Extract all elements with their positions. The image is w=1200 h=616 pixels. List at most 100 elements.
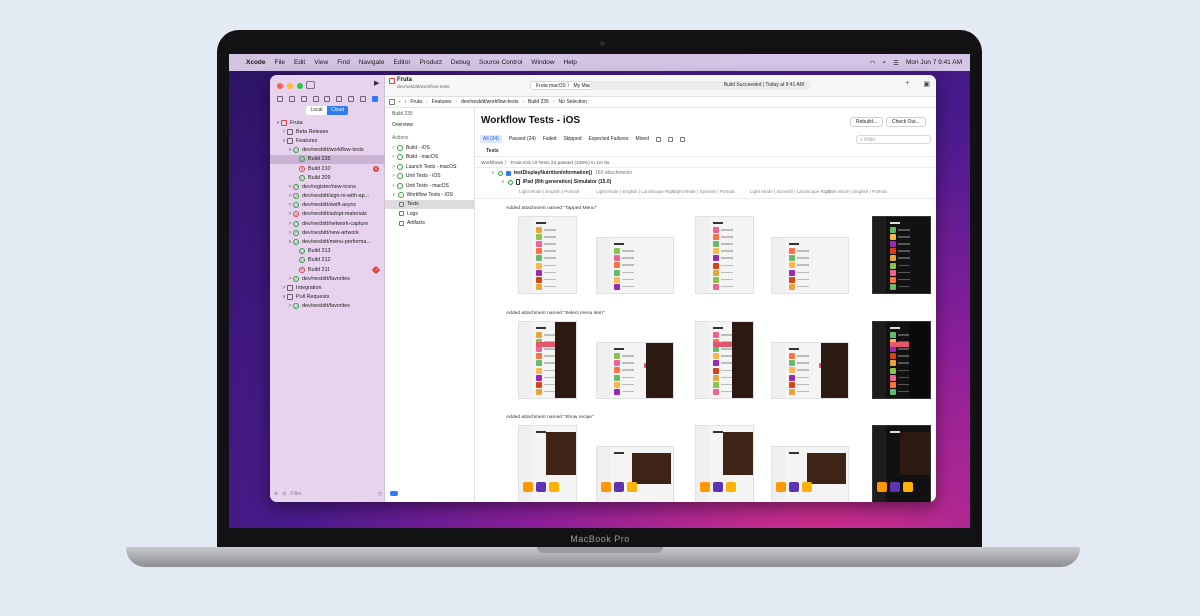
add-icon[interactable]: ⊕ bbox=[274, 491, 278, 497]
screenshot-thumbnail[interactable] bbox=[695, 216, 754, 294]
sidebar-row[interactable]: > Integration bbox=[270, 283, 385, 292]
test-row[interactable]: ∨ testDisplayNutritionInformation() 160 … bbox=[491, 170, 632, 176]
jump-bar-item[interactable]: Build 235 bbox=[528, 99, 549, 105]
sidebar-row[interactable]: > ✓ dev/nesbitt/sign-in-with-ap... bbox=[270, 192, 385, 201]
filter-badge-icon[interactable] bbox=[390, 491, 398, 496]
sidebar-row[interactable]: ∨ Pull Requests bbox=[270, 293, 385, 302]
report-filter-field[interactable]: ⌕ Filter bbox=[856, 135, 931, 144]
screenshot-thumbnail[interactable] bbox=[872, 425, 931, 502]
forward-icon[interactable]: › bbox=[405, 99, 407, 105]
folder-icon[interactable] bbox=[276, 95, 283, 102]
location-filter-icon[interactable] bbox=[667, 136, 673, 142]
run-icon[interactable]: ▶ bbox=[374, 79, 379, 87]
chevron-down-icon[interactable]: ∨ bbox=[501, 179, 505, 185]
menu-item[interactable]: Source Control bbox=[479, 59, 522, 66]
sidebar-row[interactable]: ✕ Build 210 x bbox=[270, 164, 385, 173]
jump-bar-item[interactable]: Fruta bbox=[410, 99, 422, 105]
screenshot-thumbnail[interactable] bbox=[596, 342, 674, 399]
sidebar-row[interactable]: > ✓ dev/nesbitt/network-capture bbox=[270, 219, 385, 228]
issue-icon[interactable] bbox=[324, 95, 331, 102]
sidebar-row[interactable]: > ✓ dev/register/new-icons bbox=[270, 182, 385, 191]
menu-clock[interactable]: Mon Jun 7 9:41 AM bbox=[906, 59, 962, 66]
scheme-selector[interactable]: Fruta macOS 〉 My Mac bbox=[530, 81, 598, 90]
screenshot-thumbnail[interactable] bbox=[695, 321, 754, 399]
sidebar-row[interactable]: > ✓ dev/nesbitt/swift-async bbox=[270, 201, 385, 210]
back-icon[interactable]: ‹ bbox=[399, 99, 401, 105]
sidebar-row[interactable]: > ✓ dev/nesbitt/favorites bbox=[270, 302, 385, 311]
sidebar-row[interactable]: > ✓ dev/nesbitt/favorites bbox=[270, 274, 385, 283]
screenshot-thumbnail[interactable] bbox=[872, 321, 931, 399]
clock-icon[interactable]: ◷ bbox=[378, 491, 382, 497]
menu-item[interactable]: Product bbox=[419, 59, 441, 66]
sidebar-row[interactable]: ✓ Build 209 bbox=[270, 173, 385, 182]
sidebar-row[interactable]: ∨ ✓ dev/nesbitt/menu-performa... bbox=[270, 237, 385, 246]
sidebar-filter[interactable]: ⊕ ⊟ Filter ◷ bbox=[274, 490, 382, 498]
menu-item[interactable]: Help bbox=[564, 59, 577, 66]
chevron-right-icon[interactable]: > bbox=[392, 164, 395, 170]
segment-cloud[interactable]: Cloud bbox=[327, 106, 348, 115]
menu-item[interactable]: Navigate bbox=[359, 59, 385, 66]
sidebar-row[interactable]: ∨ Features bbox=[270, 136, 385, 145]
control-center-icon[interactable]: ☰ bbox=[893, 59, 899, 67]
chevron-right-icon[interactable]: > bbox=[392, 154, 395, 160]
find-icon[interactable] bbox=[312, 95, 319, 102]
chevron-down-icon[interactable]: ∨ bbox=[491, 170, 495, 176]
filter-tab[interactable]: Skipped bbox=[563, 136, 581, 142]
report-sub-item[interactable]: Artifacts bbox=[385, 219, 474, 228]
report-sub-item[interactable]: Tests bbox=[385, 199, 474, 210]
sidebar-row[interactable]: ✓ Build 235 bbox=[270, 154, 385, 164]
filter-options-icon[interactable]: ⊟ bbox=[282, 491, 286, 497]
report-icon[interactable] bbox=[371, 95, 378, 102]
screenshot-thumbnail[interactable] bbox=[518, 216, 577, 294]
device-filter-icon[interactable] bbox=[655, 136, 661, 142]
add-icon[interactable]: + bbox=[905, 80, 909, 88]
report-action[interactable]: > Launch Tests - macOS bbox=[385, 162, 474, 171]
report-action[interactable]: > Build - iOS bbox=[385, 143, 474, 152]
chevron-right-icon[interactable]: > bbox=[392, 173, 395, 179]
sidebar-row[interactable]: ✓ Build 212 bbox=[270, 256, 385, 265]
sidebar-row[interactable]: ✓ Build 213 bbox=[270, 247, 385, 256]
project-name[interactable]: Fruta bbox=[397, 77, 412, 83]
menu-item[interactable]: Debug bbox=[451, 59, 470, 66]
device-row[interactable]: ∨ iPad (8th generation) Simulator (15.0) bbox=[501, 179, 611, 185]
sidebar-row[interactable]: > Beta Release bbox=[270, 127, 385, 136]
filter-tab[interactable]: Expected Failures bbox=[589, 136, 629, 142]
menu-item[interactable]: Edit bbox=[294, 59, 305, 66]
report-sub-item[interactable]: Logs bbox=[385, 209, 474, 218]
filter-tab[interactable]: Failed bbox=[543, 136, 557, 142]
camera-filter-icon[interactable] bbox=[679, 136, 685, 142]
rebuild-button[interactable]: Rebuild... bbox=[850, 117, 884, 127]
source-control-icon[interactable] bbox=[288, 95, 295, 102]
menu-app[interactable]: Xcode bbox=[246, 59, 266, 66]
menu-item[interactable]: Window bbox=[531, 59, 554, 66]
screenshot-thumbnail[interactable] bbox=[518, 321, 577, 399]
filter-tab[interactable]: All (24) bbox=[480, 135, 502, 143]
report-action[interactable]: > Unit Tests - macOS bbox=[385, 181, 474, 190]
screenshot-thumbnail[interactable] bbox=[771, 237, 849, 294]
wifi-icon[interactable]: ◠ bbox=[870, 59, 876, 67]
breakpoint-icon[interactable] bbox=[360, 95, 367, 102]
chevron-right-icon[interactable]: > bbox=[392, 183, 395, 189]
test-icon[interactable] bbox=[336, 95, 343, 102]
menu-item[interactable]: File bbox=[275, 59, 285, 66]
close-button[interactable] bbox=[277, 83, 283, 89]
screenshot-thumbnail[interactable] bbox=[596, 446, 674, 502]
screenshot-thumbnail[interactable] bbox=[872, 216, 931, 294]
sidebar-row[interactable]: ∨ Fruta bbox=[270, 118, 385, 127]
jump-bar-item[interactable]: dev/nesbitt/workflow-tests bbox=[461, 99, 518, 105]
symbol-icon[interactable] bbox=[300, 95, 307, 102]
menu-item[interactable]: View bbox=[314, 59, 328, 66]
sidebar-row[interactable]: ✕ Build 211! bbox=[270, 265, 385, 274]
menu-item[interactable]: Find bbox=[337, 59, 350, 66]
checkout-button[interactable]: Check Out... bbox=[886, 117, 926, 127]
report-overview[interactable]: Overview bbox=[385, 120, 474, 129]
minimize-button[interactable] bbox=[287, 83, 293, 89]
inspector-toggle-icon[interactable]: ▣ bbox=[923, 80, 930, 88]
segment-local[interactable]: Local bbox=[306, 106, 327, 115]
chevron-right-icon[interactable]: > bbox=[392, 145, 395, 151]
search-icon[interactable]: ⌕ bbox=[883, 59, 887, 67]
grid-icon[interactable] bbox=[389, 99, 395, 105]
sidebar-row[interactable]: ∨ ✓ dev/nesbitt/workflow-tests bbox=[270, 146, 385, 155]
zoom-button[interactable] bbox=[297, 83, 303, 89]
screenshot-thumbnail[interactable] bbox=[771, 446, 849, 502]
